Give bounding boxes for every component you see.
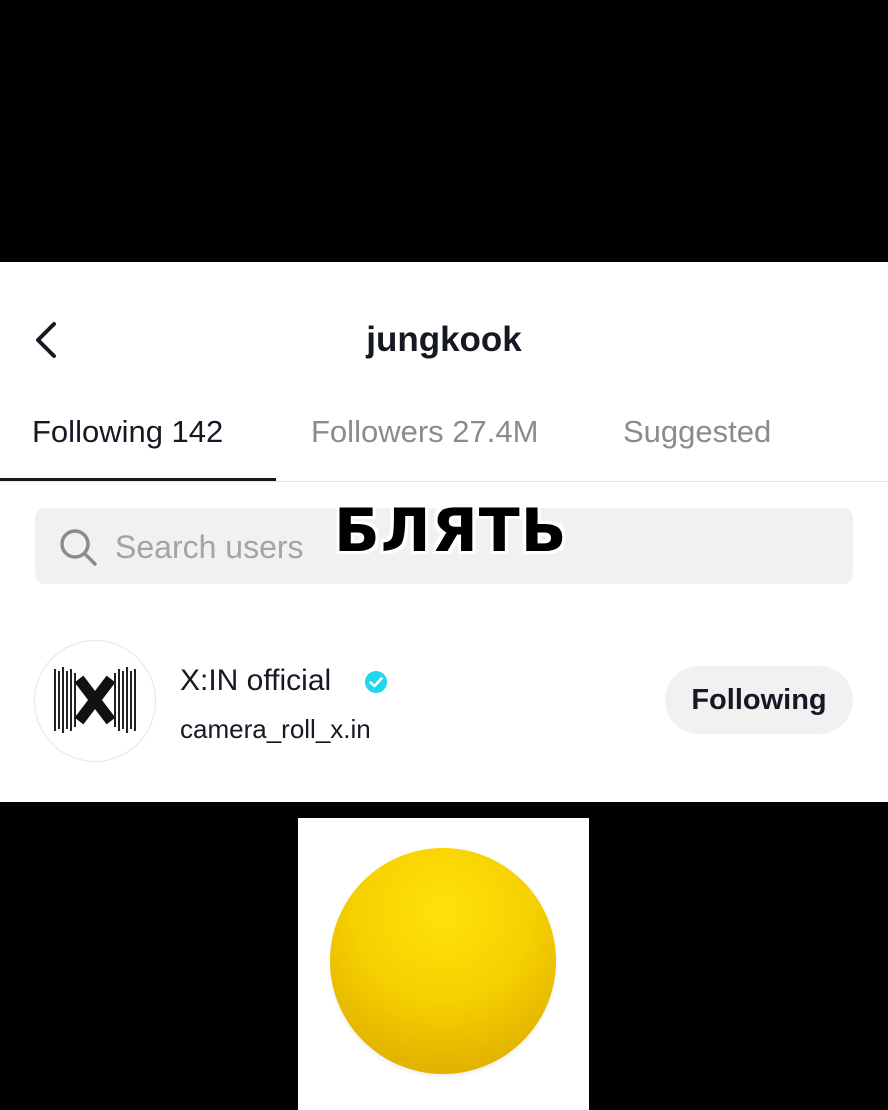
tab-following[interactable]: Following 142 xyxy=(32,414,223,450)
yellow-ball-image xyxy=(330,848,556,1074)
user-list-item[interactable]: X:IN official camera_roll_x.in Following xyxy=(0,638,888,762)
sticker-image xyxy=(298,818,589,1110)
page-title: jungkook xyxy=(366,320,522,359)
following-button[interactable]: Following xyxy=(665,666,853,734)
divider xyxy=(0,481,888,482)
username: camera_roll_x.in xyxy=(180,714,371,744)
search-icon xyxy=(60,529,97,566)
header: jungkook xyxy=(0,262,888,392)
tab-followers[interactable]: Followers 27.4M xyxy=(311,414,538,450)
avatar[interactable] xyxy=(34,640,156,762)
overlay-caption: БЛЯТЬ xyxy=(334,496,568,566)
tab-suggested[interactable]: Suggested xyxy=(623,414,771,450)
display-name: X:IN official xyxy=(180,664,332,697)
xin-logo-icon xyxy=(54,667,136,733)
tab-bar: Following 142 Followers 27.4M Suggested xyxy=(0,410,888,482)
verified-badge-icon xyxy=(365,671,387,693)
